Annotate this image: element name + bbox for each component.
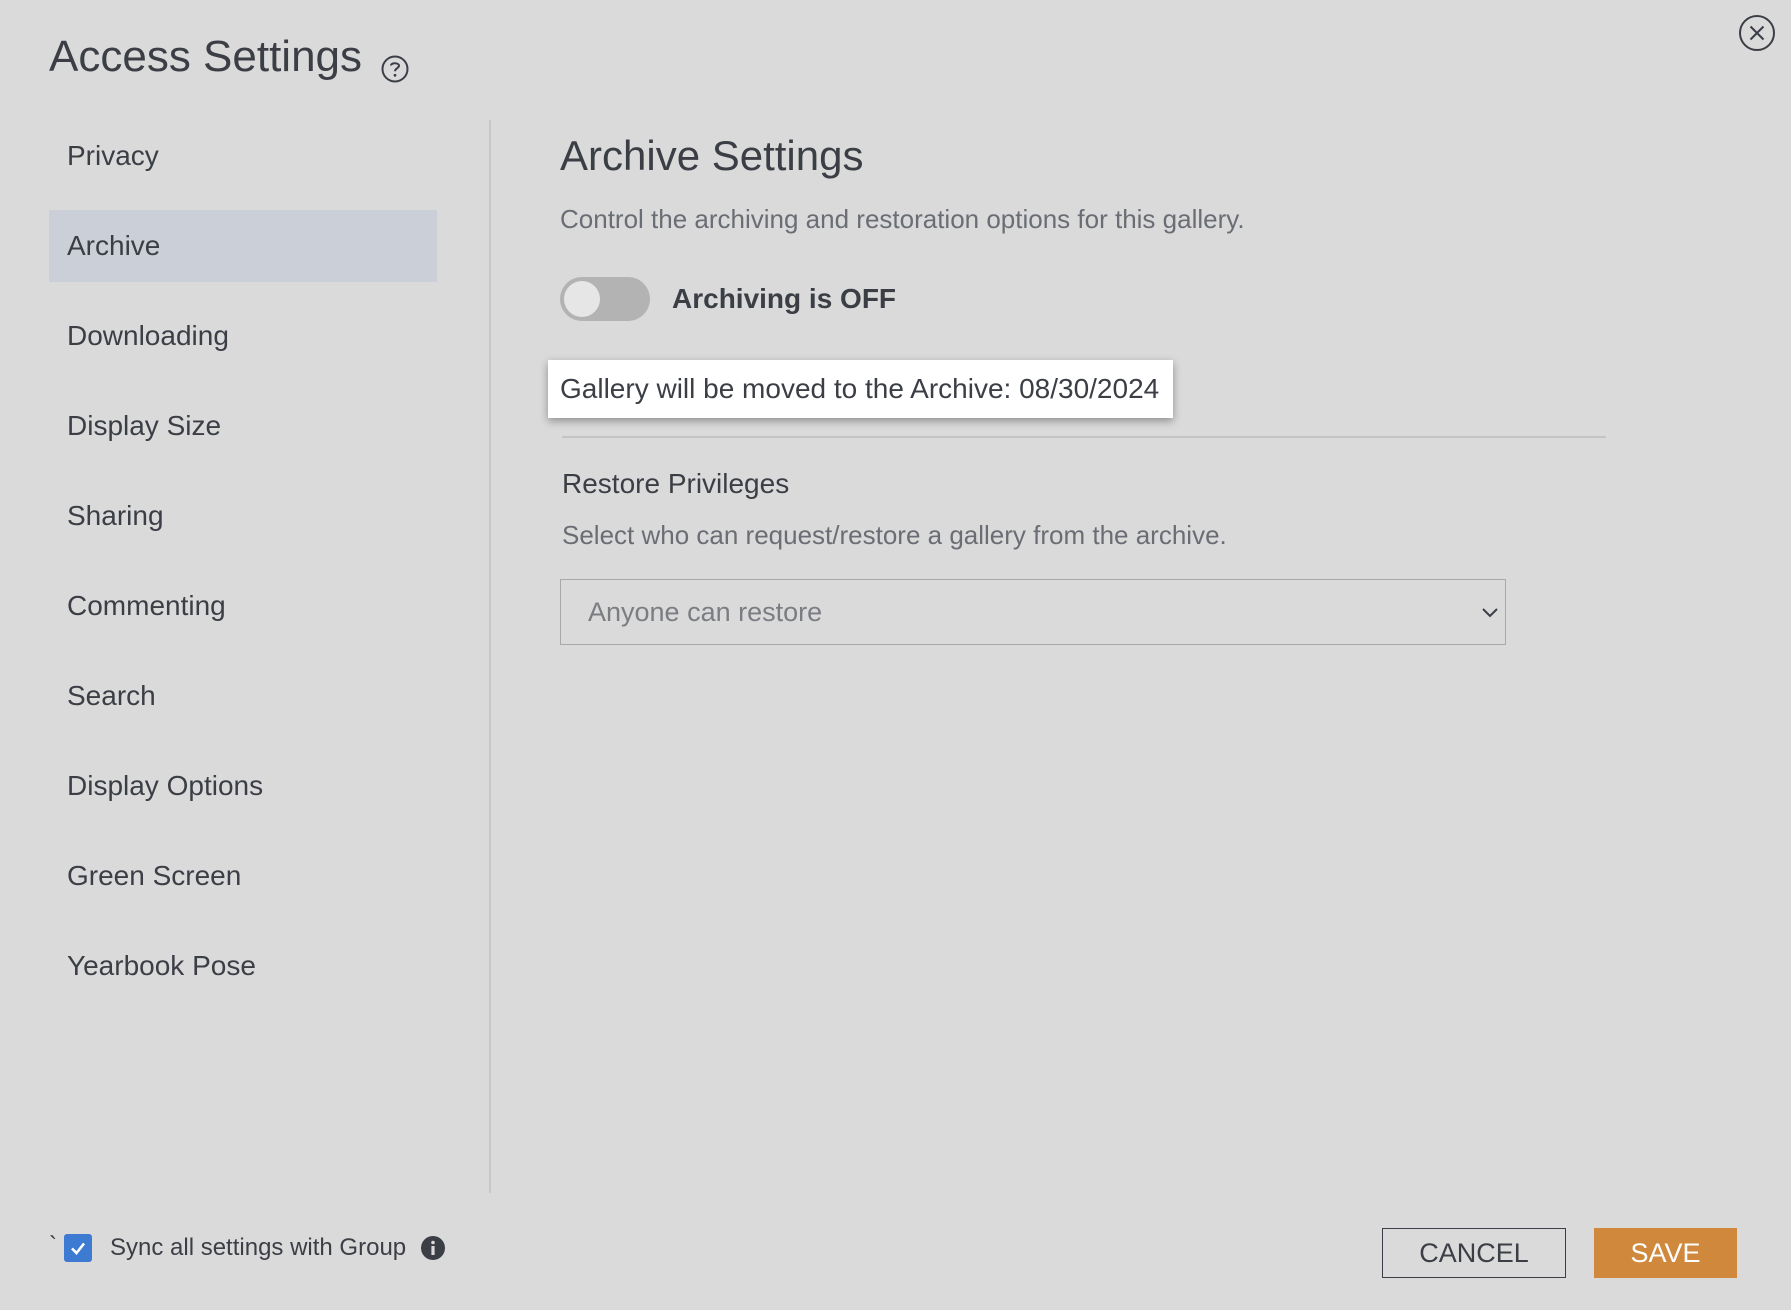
sidebar-item-search[interactable]: Search	[49, 660, 437, 732]
sidebar-item-display-size[interactable]: Display Size	[49, 390, 437, 462]
archiving-toggle[interactable]	[560, 277, 650, 321]
archive-settings-title: Archive Settings	[560, 132, 864, 179]
toggle-knob	[564, 281, 600, 317]
close-icon[interactable]	[1738, 14, 1776, 52]
archive-settings-description: Control the archiving and restoration op…	[560, 204, 1245, 234]
sidebar-item-green-screen[interactable]: Green Screen	[49, 840, 437, 912]
sidebar-item-commenting[interactable]: Commenting	[49, 570, 437, 642]
archiving-toggle-row: Archiving is OFF	[560, 277, 1610, 321]
sync-settings-label: Sync all settings with Group	[110, 1234, 407, 1261]
cancel-button[interactable]: CANCEL	[1382, 1228, 1566, 1278]
restore-privileges-description: Select who can request/restore a gallery…	[562, 520, 1227, 550]
sidebar-item-archive[interactable]: Archive	[49, 210, 437, 282]
sidebar-item-display-options[interactable]: Display Options	[49, 750, 437, 822]
sidebar-item-privacy[interactable]: Privacy	[49, 120, 437, 192]
settings-sidebar: Privacy Archive Downloading Display Size…	[49, 120, 437, 1020]
sidebar-item-sharing[interactable]: Sharing	[49, 480, 437, 552]
sync-settings-row: Sync all settings with Group	[64, 1234, 446, 1262]
restore-privileges-selected: Anyone can restore	[588, 596, 823, 627]
info-circle-icon[interactable]	[420, 1235, 446, 1261]
restore-privileges-select[interactable]: Anyone can restore	[560, 579, 1506, 645]
archive-date-tooltip: Gallery will be moved to the Archive: 08…	[548, 360, 1174, 418]
archiving-status-label: Archiving is OFF	[672, 283, 897, 314]
chevron-down-icon	[1482, 608, 1498, 618]
sidebar-item-yearbook-pose[interactable]: Yearbook Pose	[49, 930, 437, 1002]
question-circle-icon[interactable]	[380, 45, 410, 83]
dialog-title-row: Access Settings	[49, 32, 410, 83]
sync-settings-checkbox[interactable]	[64, 1234, 92, 1262]
archive-settings-panel: Archive Settings Control the archiving a…	[548, 120, 1610, 645]
dialog-title: Access Settings	[49, 32, 363, 81]
sidebar-item-downloading[interactable]: Downloading	[49, 300, 437, 372]
save-button[interactable]: SAVE	[1594, 1228, 1737, 1278]
section-divider	[562, 436, 1606, 438]
restore-privileges-title: Restore Privileges	[562, 468, 790, 499]
stray-backtick: `	[49, 1232, 57, 1259]
checkmark-icon	[71, 1242, 86, 1255]
sidebar-divider	[489, 120, 491, 1193]
access-settings-dialog: Access Settings Privacy Archive Download…	[0, 0, 1791, 1310]
